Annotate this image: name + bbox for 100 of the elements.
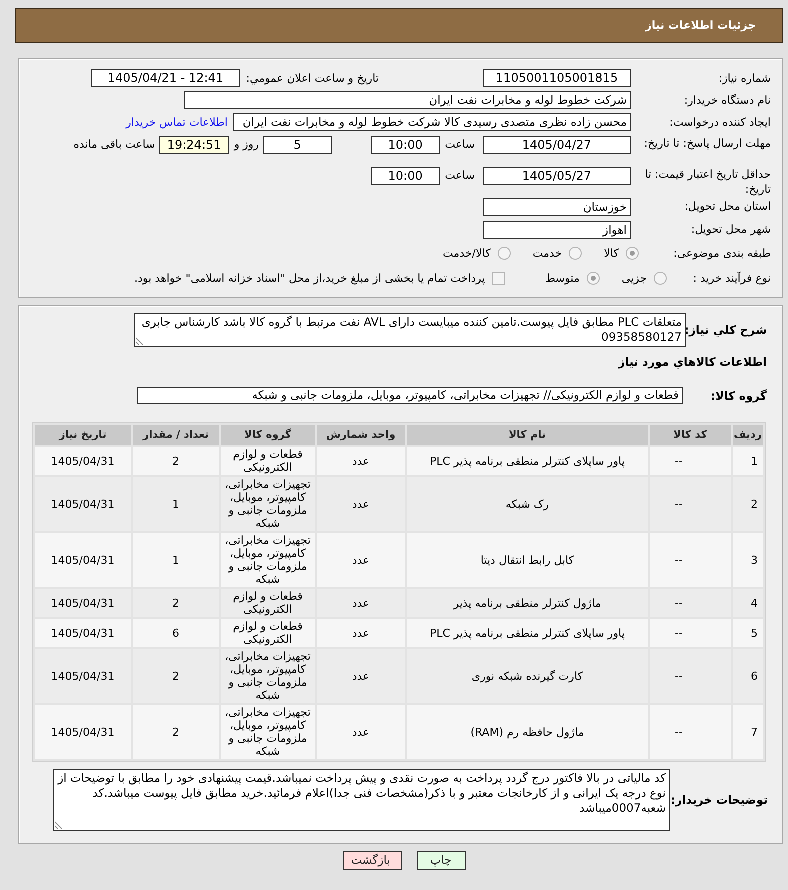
need-date-cell: 1405/04/31 bbox=[35, 705, 131, 759]
item-group-cell: تجهیزات مخابراتی، کامپیوتر، موبایل، ملزومات جانبی و شبکه bbox=[221, 705, 315, 759]
need-date-cell: 1405/04/31 bbox=[35, 533, 131, 587]
item-code-cell: -- bbox=[650, 447, 731, 475]
column-header: تعداد / مقدار bbox=[133, 425, 219, 445]
requester-field[interactable]: محسن زاده نظری متصدی رسیدی کالا شرکت خطوط لوله و مخابرات نفت ایران bbox=[233, 113, 631, 131]
goods-group-field[interactable]: قطعات و لوازم الکترونیکی// تجهیزات مخابراتی، کامپیوتر، موبایل، ملزومات جانبی و شبکه bbox=[137, 387, 683, 404]
column-header: تاریخ نیاز bbox=[35, 425, 131, 445]
field-label: شماره نیاز: bbox=[718, 72, 771, 84]
validity-date-field[interactable]: 1405/05/27 bbox=[483, 167, 631, 185]
item-name-cell: رک شبکه bbox=[407, 477, 648, 531]
row-number-cell: 7 bbox=[733, 705, 763, 759]
item-code-cell: -- bbox=[650, 619, 731, 647]
unit-cell: عدد bbox=[317, 619, 405, 647]
item-name-cell: پاور ساپلای کنترلر منطقی برنامه پذیر PLC bbox=[407, 619, 648, 647]
field-label: تاریخ و ساعت اعلان عمومي: bbox=[246, 72, 379, 84]
checkbox-label: پرداخت تمام یا بخشی از مبلغ خرید،از محل "اسناد خزانه اسلامی" خواهد بود. bbox=[134, 272, 486, 285]
item-group-cell: قطعات و لوازم الکترونیکی bbox=[221, 447, 315, 475]
days-label: روز و bbox=[234, 138, 260, 151]
row-number-cell: 5 bbox=[733, 619, 763, 647]
item-code-cell: -- bbox=[650, 649, 731, 703]
page-title: جزئیات اطلاعات نیاز bbox=[646, 19, 756, 32]
resize-grip-icon[interactable] bbox=[136, 337, 144, 345]
quantity-cell: 1 bbox=[133, 533, 219, 587]
item-group-cell: تجهیزات مخابراتی، کامپیوتر، موبایل، ملزومات جانبی و شبکه bbox=[221, 649, 315, 703]
item-code-cell: -- bbox=[650, 589, 731, 617]
time-remaining-label: ساعت باقی مانده bbox=[74, 138, 156, 151]
radio-label: خدمت bbox=[532, 247, 562, 260]
radio-label: کالا/خدمت bbox=[443, 247, 491, 260]
time-remaining-field[interactable]: 19:24:51 bbox=[159, 136, 230, 154]
resize-grip-icon[interactable] bbox=[55, 821, 63, 829]
deadline-time-field[interactable]: 10:00 bbox=[371, 136, 440, 154]
item-group-cell: تجهیزات مخابراتی، کامپیوتر، موبایل، ملزومات جانبی و شبکه bbox=[221, 477, 315, 531]
radio-label: متوسط bbox=[545, 272, 580, 285]
province-field[interactable]: خوزستان bbox=[483, 198, 631, 216]
row-number-cell: 6 bbox=[733, 649, 763, 703]
goods-group-label: گروه کالا: bbox=[710, 388, 767, 402]
days-remaining-field[interactable]: 5 bbox=[263, 136, 332, 154]
field-label: مهلت ارسال پاسخ: تا تاریخ: bbox=[643, 136, 771, 151]
column-header: واحد شمارش bbox=[317, 425, 405, 445]
quantity-cell: 2 bbox=[133, 705, 219, 759]
item-code-cell: -- bbox=[650, 705, 731, 759]
field-label: استان محل تحویل: bbox=[684, 200, 771, 213]
unit-cell: عدد bbox=[317, 705, 405, 759]
city-field[interactable]: اهواز bbox=[483, 220, 631, 238]
item-name-cell: ماژول حافظه رم (RAM) bbox=[407, 705, 648, 759]
description-field[interactable]: متعلقات PLC مطابق فایل پیوست.تامین کننده میبایست دارای AVL نفت مرتبط با گروه کالا باشد کارشناس جابری 09358580127 bbox=[134, 313, 686, 347]
field-label: ایجاد کننده درخواست: bbox=[668, 116, 771, 128]
need-date-cell: 1405/04/31 bbox=[35, 619, 131, 647]
item-group-cell: قطعات و لوازم الکترونیکی bbox=[221, 589, 315, 617]
item-name-cell: کابل رابط انتقال دیتا bbox=[407, 533, 648, 587]
column-header: گروه کالا bbox=[221, 425, 315, 445]
buyer-contact-link[interactable]: اطلاعات تماس خریدار bbox=[126, 116, 228, 128]
field-label: نام دستگاه خریدار: bbox=[683, 94, 771, 106]
radio-label: کالا bbox=[604, 247, 619, 260]
radio-label: جزیی bbox=[622, 272, 647, 285]
quantity-cell: 2 bbox=[133, 589, 219, 617]
unit-cell: عدد bbox=[317, 589, 405, 617]
buyer-notes-label: توضیحات خریدار: bbox=[670, 793, 768, 807]
column-header: نام کالا bbox=[407, 425, 648, 445]
validity-time-field[interactable]: 10:00 bbox=[371, 167, 440, 185]
item-name-cell: پاور ساپلای کنترلر منطقی برنامه پذیر PLC bbox=[407, 447, 648, 475]
unit-cell: عدد bbox=[317, 477, 405, 531]
time-label: ساعت bbox=[445, 169, 475, 182]
unit-cell: عدد bbox=[317, 533, 405, 587]
field-label: حداقل تاریخ اعتبار قیمت: تا تاریخ: bbox=[644, 167, 771, 197]
time-label: ساعت bbox=[445, 138, 475, 151]
back-button[interactable]: بازگشت bbox=[342, 851, 402, 870]
section-heading: اطلاعات کالاهاي مورد نیاز bbox=[618, 355, 768, 370]
need-date-cell: 1405/04/31 bbox=[35, 589, 131, 617]
item-group-cell: قطعات و لوازم الکترونیکی bbox=[221, 619, 315, 647]
item-name-cell: کارت گیرنده شبکه نوری bbox=[407, 649, 648, 703]
need-date-cell: 1405/04/31 bbox=[35, 649, 131, 703]
need-number-field[interactable]: 1105001105001815 bbox=[483, 69, 631, 87]
unit-cell: عدد bbox=[317, 649, 405, 703]
row-number-cell: 2 bbox=[733, 477, 763, 531]
item-code-cell: -- bbox=[650, 533, 731, 587]
column-header: کد کالا bbox=[650, 425, 731, 445]
field-label: نوع فرآیند خرید : bbox=[692, 272, 771, 285]
item-name-cell: ماژول کنترلر منطقی برنامه پذیر bbox=[407, 589, 648, 617]
description-label: شرح کلي نیاز: bbox=[686, 323, 767, 337]
field-label: شهر محل تحویل: bbox=[690, 223, 771, 236]
column-header: ردیف bbox=[733, 425, 763, 445]
need-date-cell: 1405/04/31 bbox=[35, 477, 131, 531]
buyer-notes-field[interactable]: کد مالیاتی در بالا فاکتور درج گردد پرداخت به صورت نقدی و پیش پرداخت نمیباشد.قیمت پیشنهادی خود را مطابق با توضیحات از نوع درجه یک ایرانی و از کارخانجات معتبر و با ذکر(مشخصات فنی جدا)اعلام فرمائید.خرید مطابق فایل پیوست میباشد.کد شعبه0007میباشد bbox=[53, 769, 670, 831]
buyer-organization-field[interactable]: شرکت خطوط لوله و مخابرات نفت ایران bbox=[184, 91, 631, 109]
quantity-cell: 2 bbox=[133, 447, 219, 475]
announce-date-field[interactable]: 1405/04/21 - 12:41 bbox=[91, 69, 240, 87]
row-number-cell: 3 bbox=[733, 533, 763, 587]
print-button[interactable]: چاپ bbox=[416, 851, 466, 870]
item-code-cell: -- bbox=[650, 477, 731, 531]
item-group-cell: تجهیزات مخابراتی، کامپیوتر، موبایل، ملزومات جانبی و شبکه bbox=[221, 533, 315, 587]
quantity-cell: 6 bbox=[133, 619, 219, 647]
quantity-cell: 2 bbox=[133, 649, 219, 703]
field-label: طبقه بندی موضوعی: bbox=[672, 247, 771, 260]
deadline-date-field[interactable]: 1405/04/27 bbox=[483, 136, 631, 154]
unit-cell: عدد bbox=[317, 447, 405, 475]
row-number-cell: 4 bbox=[733, 589, 763, 617]
need-date-cell: 1405/04/31 bbox=[35, 447, 131, 475]
row-number-cell: 1 bbox=[733, 447, 763, 475]
